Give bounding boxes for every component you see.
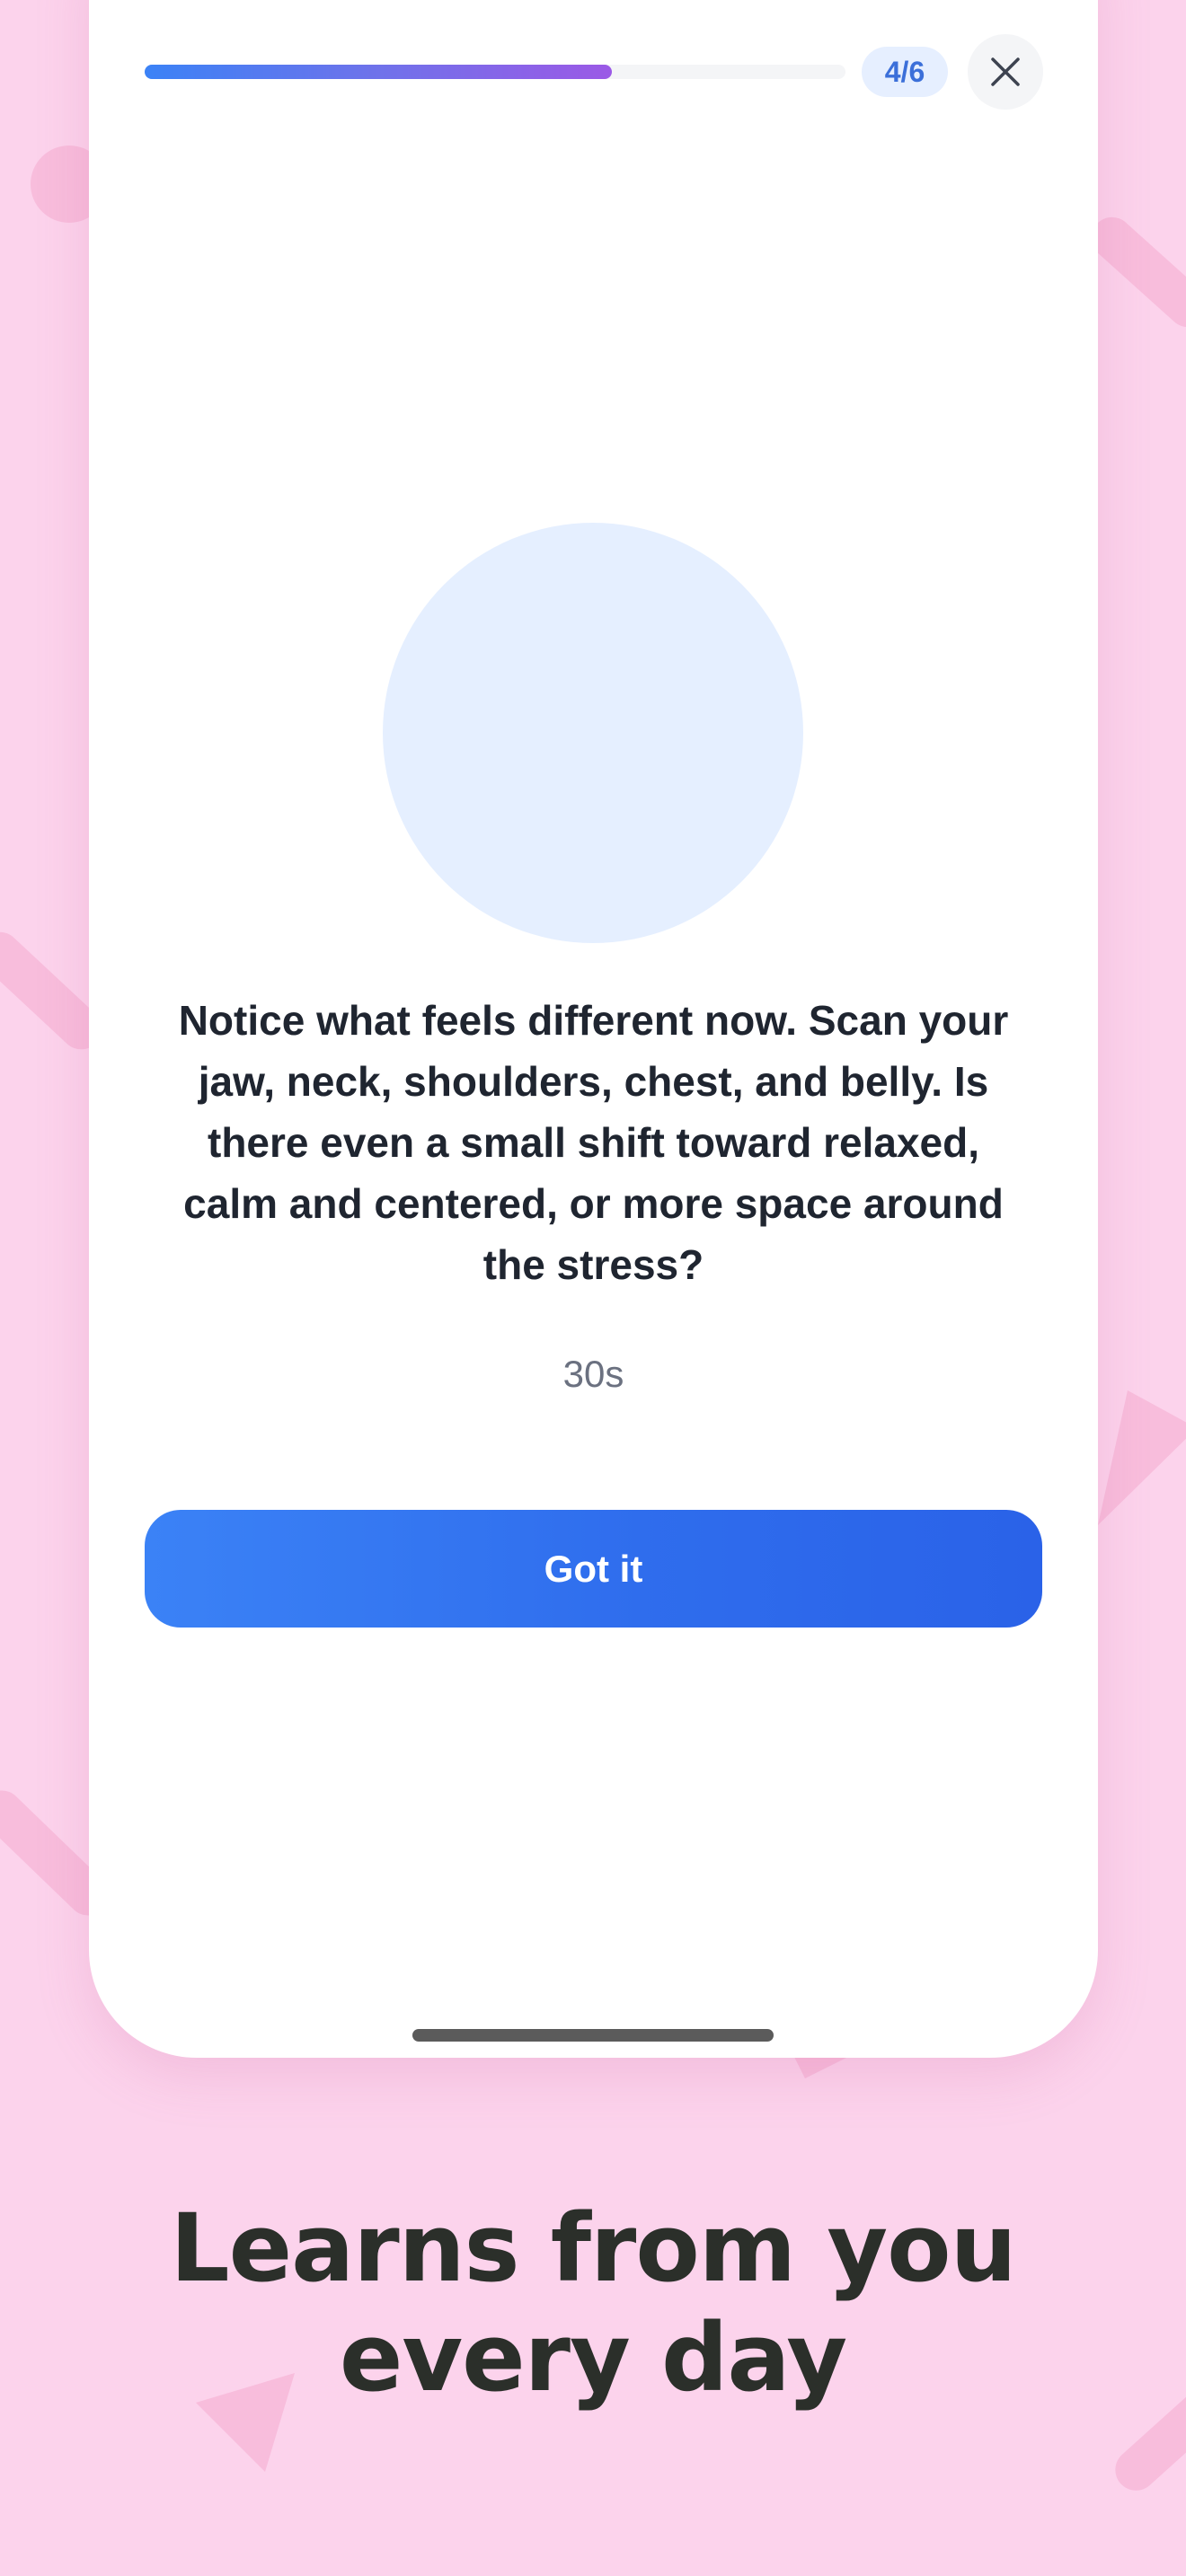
close-button[interactable] [968,34,1043,110]
background-shape-bar [1083,208,1186,336]
timer-label: 30s [562,1353,624,1395]
marketing-headline: Learns from you every day [170,2193,1016,2413]
close-icon [991,57,1020,86]
exercise-prompt: Notice what feels different now. Scan yo… [178,997,1009,1288]
got-it-button[interactable]: Got it [145,1510,1042,1628]
home-indicator [412,2029,774,2042]
background-shape-triangle [1098,1390,1186,1525]
progress-bar-fill [145,65,613,79]
breathing-circle [383,523,803,943]
background-shape-sliver [794,2057,848,2078]
phone-screen: 4/6 Notice what feels different now. Sca… [89,0,1098,2058]
step-counter-badge: 4/6 [862,47,948,97]
progress-bar [145,65,845,79]
